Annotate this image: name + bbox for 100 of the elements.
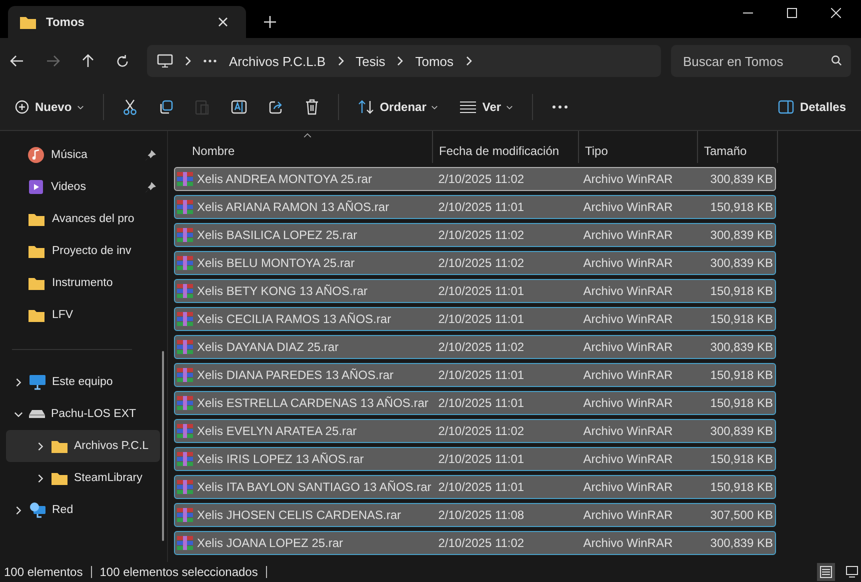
column-header[interactable]: Tamaño bbox=[698, 131, 778, 163]
more-icon[interactable] bbox=[203, 59, 217, 63]
sidebar-item[interactable]: Música bbox=[6, 139, 160, 171]
file-name: Xelis EVELYN ARATEA 25.rar bbox=[197, 424, 357, 438]
file-row[interactable]: Xelis JHOSEN CELIS CARDENAS.rar 2/10/2025 11:08 Archivo WinRAR 307,500 KB bbox=[174, 503, 776, 527]
modified-date: 2/10/2025 11:08 bbox=[438, 508, 524, 522]
column-header[interactable]: Fecha de modificación bbox=[433, 131, 579, 163]
sidebar-item[interactable]: Videos bbox=[6, 171, 160, 203]
modified-date: 2/10/2025 11:01 bbox=[438, 480, 524, 494]
search-field[interactable]: Buscar en Tomos bbox=[671, 45, 851, 77]
close-icon[interactable] bbox=[831, 8, 841, 18]
modified-date: 2/10/2025 11:02 bbox=[438, 340, 524, 354]
file-size: 300,839 KB bbox=[710, 172, 773, 186]
sidebar-item[interactable]: Instrumento bbox=[6, 267, 160, 299]
column-header[interactable]: Nombre bbox=[174, 131, 433, 163]
file-row[interactable]: Xelis ESTRELLA CARDENAS 13 AÑOS.rar 2/10/2025 11:01 Archivo WinRAR 150,918 KB bbox=[174, 391, 776, 415]
drive-icon bbox=[29, 409, 45, 419]
pin-icon[interactable] bbox=[145, 182, 156, 192]
file-type: Archivo WinRAR bbox=[583, 396, 673, 410]
file-row[interactable]: Xelis ITA BAYLON SANTIAGO 13 AÑOS.rar 2/10/2025 11:01 Archivo WinRAR 150,918 KB bbox=[174, 475, 776, 499]
sidebar-item[interactable]: Avances del pro bbox=[6, 203, 160, 235]
chevron-icon[interactable] bbox=[14, 410, 23, 418]
file-size: 150,918 KB bbox=[710, 452, 773, 466]
tree-item[interactable]: Archivos P.C.L bbox=[6, 430, 160, 462]
sidebar-label: Videos bbox=[51, 181, 87, 193]
archive-icon bbox=[177, 396, 193, 410]
plus-circle-icon bbox=[15, 100, 29, 114]
forward-icon[interactable] bbox=[46, 55, 60, 67]
sidebar-label: LFV bbox=[52, 309, 74, 321]
sidebar-label: Pachu-LOS EXT bbox=[51, 408, 138, 420]
maximize-icon[interactable] bbox=[787, 8, 797, 18]
modified-date: 2/10/2025 11:01 bbox=[438, 368, 524, 382]
file-type: Archivo WinRAR bbox=[583, 284, 673, 298]
tree-item[interactable]: Red bbox=[6, 494, 160, 526]
file-row[interactable]: Xelis ANDREA MONTOYA 25.rar 2/10/2025 11:02 Archivo WinRAR 300,839 KB bbox=[174, 167, 776, 191]
file-row[interactable]: Xelis CECILIA RAMOS 13 AÑOS.rar 2/10/2025 11:01 Archivo WinRAR 150,918 KB bbox=[174, 307, 776, 331]
tree-item[interactable]: SteamLibrary bbox=[6, 462, 160, 494]
modified-date: 2/10/2025 11:02 bbox=[438, 228, 524, 242]
chevron-icon[interactable] bbox=[36, 474, 45, 482]
breadcrumb-item[interactable]: Tesis bbox=[356, 54, 386, 68]
file-name: Xelis JOANA LOPEZ 25.rar bbox=[197, 536, 344, 550]
modified-date: 2/10/2025 11:01 bbox=[438, 452, 524, 466]
address-bar[interactable]: Archivos P.C.L.B Tesis Tomos bbox=[147, 45, 661, 77]
sort-arrows-icon bbox=[358, 100, 374, 114]
chevron-icon[interactable] bbox=[36, 442, 45, 450]
window-tab[interactable]: Tomos bbox=[8, 6, 246, 38]
file-row[interactable]: Xelis DAYANA DIAZ 25.rar 2/10/2025 11:02 Archivo WinRAR 300,839 KB bbox=[174, 335, 776, 359]
monitor-icon bbox=[157, 54, 173, 68]
file-row[interactable]: Xelis DIANA PAREDES 13 AÑOS.rar 2/10/2025 11:01 Archivo WinRAR 150,918 KB bbox=[174, 363, 776, 387]
file-size: 300,839 KB bbox=[710, 256, 773, 270]
pin-icon[interactable] bbox=[145, 150, 156, 160]
breadcrumb-item[interactable]: Tomos bbox=[415, 54, 454, 68]
archive-icon bbox=[177, 536, 193, 550]
details-view-button[interactable] bbox=[817, 563, 835, 581]
file-name: Xelis BETY KONG 13 AÑOS.rar bbox=[197, 284, 368, 298]
up-icon[interactable] bbox=[82, 54, 94, 68]
search-icon bbox=[831, 55, 842, 66]
file-row[interactable]: Xelis BETY KONG 13 AÑOS.rar 2/10/2025 11:01 Archivo WinRAR 150,918 KB bbox=[174, 279, 776, 303]
file-size: 300,839 KB bbox=[710, 424, 773, 438]
sidebar-item[interactable]: Proyecto de inv bbox=[6, 235, 160, 267]
tab-title: Tomos bbox=[46, 15, 86, 29]
modified-date: 2/10/2025 11:02 bbox=[438, 172, 524, 186]
back-icon[interactable] bbox=[10, 55, 24, 67]
sidebar-label: Avances del pro bbox=[52, 213, 136, 225]
tree-item[interactable]: Este equipo bbox=[6, 366, 160, 398]
file-row[interactable]: Xelis ARIANA RAMON 13 AÑOS.rar 2/10/2025 11:01 Archivo WinRAR 150,918 KB bbox=[174, 195, 776, 219]
refresh-icon[interactable] bbox=[116, 54, 129, 68]
column-header[interactable]: Tipo bbox=[579, 131, 698, 163]
file-type: Archivo WinRAR bbox=[583, 256, 673, 270]
more-icon bbox=[552, 105, 568, 109]
file-row[interactable]: Xelis EVELYN ARATEA 25.rar 2/10/2025 11:02 Archivo WinRAR 300,839 KB bbox=[174, 419, 776, 443]
chevron-icon[interactable] bbox=[14, 506, 23, 514]
archive-icon bbox=[177, 340, 193, 354]
file-name: Xelis ARIANA RAMON 13 AÑOS.rar bbox=[197, 200, 390, 214]
sidebar-label: Música bbox=[51, 149, 88, 161]
new-button[interactable]: Nuevo bbox=[6, 94, 93, 120]
file-type: Archivo WinRAR bbox=[583, 340, 673, 354]
file-row[interactable]: Xelis BELU MONTOYA 25.rar 2/10/2025 11:02 Archivo WinRAR 300,839 KB bbox=[174, 251, 776, 275]
file-size: 150,918 KB bbox=[710, 312, 773, 326]
view-button[interactable]: Ver bbox=[451, 94, 522, 120]
details-button[interactable]: Detalles bbox=[768, 94, 855, 120]
sort-button[interactable]: Ordenar bbox=[348, 94, 448, 120]
file-row[interactable]: Xelis JOANA LOPEZ 25.rar 2/10/2025 11:02 Archivo WinRAR 300,839 KB bbox=[174, 531, 776, 555]
new-tab-icon[interactable] bbox=[264, 16, 276, 28]
modified-date: 2/10/2025 11:02 bbox=[438, 424, 524, 438]
chevron-icon[interactable] bbox=[14, 378, 23, 386]
file-row[interactable]: Xelis BASILICA LOPEZ 25.rar 2/10/2025 11:02 Archivo WinRAR 300,839 KB bbox=[174, 223, 776, 247]
file-size: 300,839 KB bbox=[710, 340, 773, 354]
video-icon bbox=[28, 179, 44, 195]
folder-icon bbox=[51, 471, 68, 485]
file-size: 150,918 KB bbox=[710, 480, 773, 494]
breadcrumb-item[interactable]: Archivos P.C.L.B bbox=[229, 54, 326, 68]
close-icon[interactable] bbox=[218, 17, 228, 27]
music-icon bbox=[28, 147, 44, 163]
file-type: Archivo WinRAR bbox=[583, 312, 673, 326]
sidebar-item[interactable]: LFV bbox=[6, 299, 160, 331]
tree-item[interactable]: Pachu-LOS EXT bbox=[6, 398, 160, 430]
file-name: Xelis CECILIA RAMOS 13 AÑOS.rar bbox=[197, 312, 392, 326]
file-row[interactable]: Xelis IRIS LOPEZ 13 AÑOS.rar 2/10/2025 11:01 Archivo WinRAR 150,918 KB bbox=[174, 447, 776, 471]
scrollbar[interactable] bbox=[162, 351, 164, 541]
